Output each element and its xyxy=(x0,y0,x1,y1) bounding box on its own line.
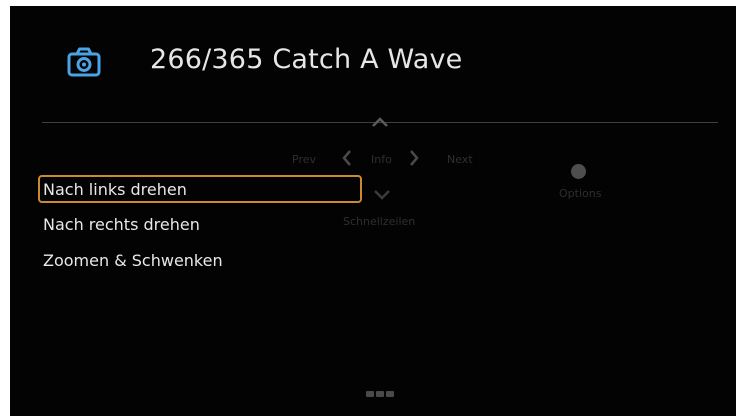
chevron-down-icon[interactable] xyxy=(373,189,391,201)
prev-label[interactable]: Prev xyxy=(292,153,316,166)
handle-segment xyxy=(386,391,394,397)
info-label[interactable]: Info xyxy=(371,153,392,166)
drag-handle-icon[interactable] xyxy=(364,389,396,399)
handle-segment xyxy=(366,391,374,397)
handle-segment xyxy=(376,391,384,397)
tv-screen: 266/365 Catch A Wave Prev Info Next Schn… xyxy=(10,6,736,416)
menu-item-rotate-left[interactable]: Nach links drehen xyxy=(38,175,362,203)
dot-icon[interactable] xyxy=(571,164,586,179)
chevron-right-icon[interactable] xyxy=(408,149,420,167)
chevron-left-icon[interactable] xyxy=(341,149,353,167)
chevron-up-icon[interactable] xyxy=(370,115,390,129)
options-label[interactable]: Options xyxy=(559,187,601,200)
menu-item-zoom-pan[interactable]: Zoomen & Schwenken xyxy=(38,248,362,276)
camera-icon xyxy=(67,47,101,77)
next-label[interactable]: Next xyxy=(447,153,473,166)
menu-item-rotate-right[interactable]: Nach rechts drehen xyxy=(38,212,362,240)
page-title: 266/365 Catch A Wave xyxy=(150,44,463,75)
